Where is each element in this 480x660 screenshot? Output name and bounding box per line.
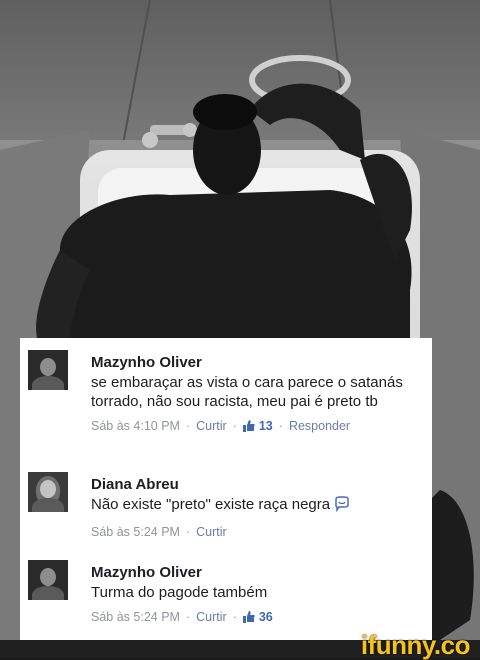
reply-button[interactable]: Responder — [289, 419, 350, 433]
comment-timestamp[interactable]: Sáb às 5:24 PM — [91, 610, 180, 624]
comment-text: Turma do pagode também — [91, 584, 268, 601]
like-count[interactable]: 36 — [259, 610, 273, 624]
smiley-icon — [334, 496, 350, 517]
thumbs-up-icon — [242, 420, 255, 436]
avatar[interactable] — [28, 472, 68, 512]
like-count[interactable]: 13 — [259, 419, 273, 433]
ifunny-watermark: ifunny.co — [360, 630, 471, 660]
comment-author[interactable]: Mazynho Oliver — [91, 564, 421, 582]
comment-meta: Sáb às 5:24 PM · Curtir — [91, 525, 227, 539]
comment-text: Não existe "preto" existe raça negra — [91, 495, 421, 517]
comment-timestamp[interactable]: Sáb às 4:10 PM — [91, 419, 180, 433]
comment-author[interactable]: Diana Abreu — [91, 476, 421, 494]
comment-author[interactable]: Mazynho Oliver — [91, 354, 421, 372]
like-button[interactable]: Curtir — [196, 525, 227, 539]
comment-meta: Sáb às 5:24 PM · Curtir · 36 — [91, 609, 421, 627]
comment-panel: Mazynho Oliver se embaraçar as vista o c… — [20, 338, 432, 640]
comment-text-content: Não existe "preto" existe raça negra — [91, 496, 331, 513]
avatar[interactable] — [28, 560, 68, 600]
like-button[interactable]: Curtir — [196, 610, 227, 624]
like-button[interactable]: Curtir — [196, 419, 227, 433]
thumbs-up-icon — [242, 611, 255, 627]
comment-meta: Sáb às 4:10 PM · Curtir · 13 · Responder — [91, 418, 421, 436]
avatar[interactable] — [28, 350, 68, 390]
comment-timestamp[interactable]: Sáb às 5:24 PM — [91, 525, 180, 539]
comment-text: se embaraçar as vista o cara parece o sa… — [91, 374, 403, 410]
